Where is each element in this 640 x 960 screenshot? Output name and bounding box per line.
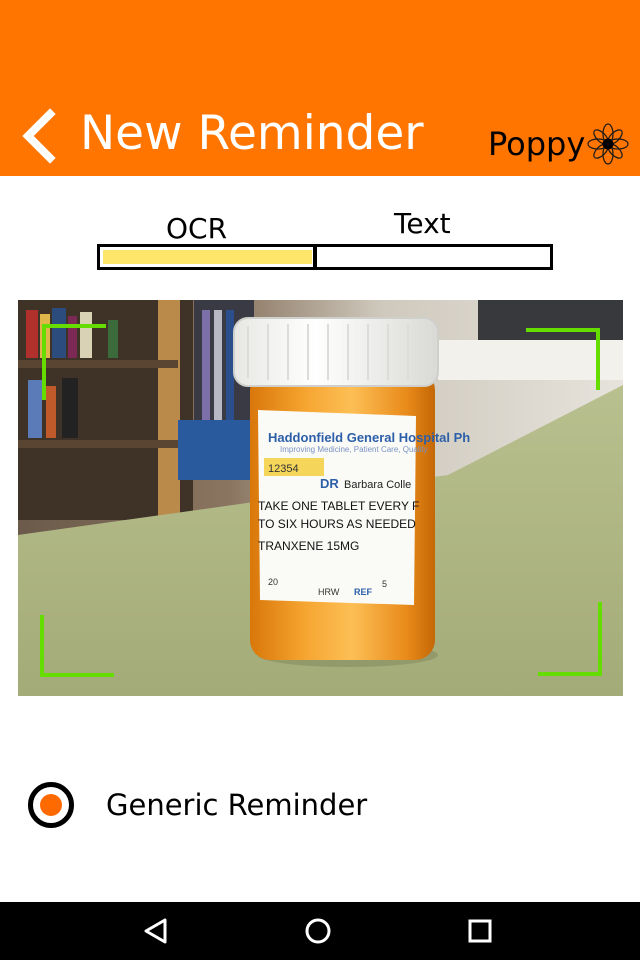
label-instructions-2: TO SIX HOURS AS NEEDED [258, 517, 416, 531]
frame-corner-bottom-left [40, 615, 114, 677]
frame-corner-top-left [42, 324, 106, 400]
label-rx-number: 12354 [268, 463, 299, 475]
circle-home-icon [305, 918, 331, 944]
system-nav-bar [0, 902, 640, 960]
label-hospital: Haddonfield General Hospital Ph [268, 430, 470, 445]
generic-reminder-label: Generic Reminder [106, 788, 368, 822]
label-doctor: Barbara Colle [344, 479, 411, 491]
label-doctor-prefix: DR [320, 476, 339, 491]
label-tagline: Improving Medicine, Patient Care, Qualit… [280, 445, 428, 454]
triangle-back-icon [144, 918, 167, 944]
nav-back-button[interactable] [132, 908, 180, 954]
nav-recents-button[interactable] [456, 908, 504, 954]
camera-preview[interactable]: Haddonfield General Hospital Ph Improvin… [18, 300, 623, 696]
back-button[interactable] [18, 108, 62, 164]
new-reminder-screen: New Reminder Poppy OCR Text Haddonfield … [0, 0, 640, 960]
page-title: New Reminder [80, 106, 424, 161]
radio-selected-dot [40, 794, 62, 816]
brand-name: Poppy [488, 125, 586, 163]
label-qty: 20 [268, 577, 278, 587]
label-pharmacist: HRW [318, 587, 340, 597]
label-refills: 5 [382, 579, 387, 589]
generic-reminder-option[interactable]: Generic Reminder [28, 776, 428, 834]
brand: Poppy [488, 120, 629, 168]
radio-button[interactable] [28, 782, 74, 828]
label-refills-label: REF [354, 587, 373, 597]
app-bar: New Reminder Poppy [0, 0, 640, 176]
square-recents-icon [468, 919, 492, 943]
step-label-ocr: OCR [166, 212, 228, 245]
progress-bar [97, 244, 553, 270]
progress-fill [103, 250, 312, 264]
step-label-text: Text [394, 207, 451, 240]
frame-corner-bottom-right [538, 602, 602, 676]
nav-home-button[interactable] [294, 908, 342, 954]
poppy-flower-icon [587, 123, 629, 165]
progress-divider [313, 247, 317, 267]
label-instructions-1: TAKE ONE TABLET EVERY F [258, 499, 419, 513]
frame-corner-top-right [526, 328, 600, 390]
chevron-left-icon [22, 108, 56, 164]
label-drug: TRANXENE 15MG [258, 539, 359, 553]
